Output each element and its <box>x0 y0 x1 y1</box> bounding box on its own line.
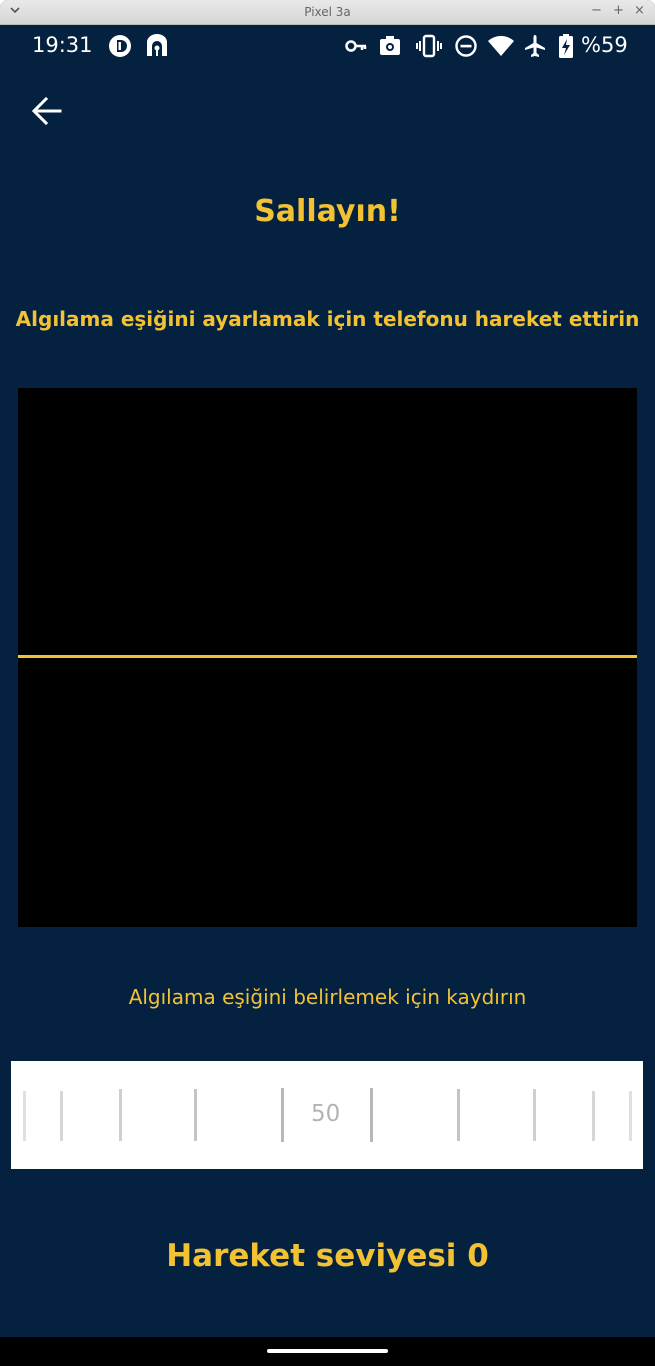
ruler-tick <box>281 1088 284 1142</box>
vibrate-icon <box>416 34 442 58</box>
ruler-tick <box>592 1091 595 1141</box>
motion-level-text: Hareket seviyesi 0 <box>166 1238 489 1274</box>
ruler-tick <box>370 1088 373 1142</box>
page-title: Sallayın! <box>254 194 401 229</box>
threshold-line <box>18 655 637 658</box>
minimize-button[interactable]: − <box>591 4 602 18</box>
status-bar: 19:31 %59 <box>0 24 655 68</box>
battery-percentage: %59 <box>581 33 628 57</box>
ruler-tick <box>60 1091 63 1141</box>
threshold-value: 50 <box>311 1101 341 1127</box>
navigation-bar <box>0 1337 655 1366</box>
ruler-tick <box>533 1089 536 1141</box>
window-title: Pixel 3a <box>304 5 351 19</box>
ruler-tick <box>629 1091 632 1141</box>
ruler-tick <box>457 1089 460 1141</box>
hotspot-icon <box>147 34 167 56</box>
screenshot-icon <box>380 36 400 55</box>
emulator-window: Pixel 3a − + × 19:31 %59 Sallayın! Algıl… <box>0 0 655 1366</box>
ruler-tick <box>119 1089 122 1141</box>
close-button[interactable]: × <box>634 4 645 18</box>
back-arrow-icon[interactable] <box>30 94 64 128</box>
motion-graph <box>18 388 637 927</box>
window-titlebar: Pixel 3a − + × <box>0 0 655 25</box>
threshold-ruler-picker[interactable]: 50 <box>11 1061 643 1169</box>
vpn-key-icon <box>345 40 367 52</box>
maximize-button[interactable]: + <box>613 4 624 18</box>
instruction-text: Algılama eşiğini ayarlamak için telefonu… <box>15 307 640 331</box>
ruler-tick <box>23 1091 26 1141</box>
do-not-disturb-icon <box>455 35 477 57</box>
battery-charging-icon <box>559 34 573 58</box>
ruler-tick <box>194 1089 197 1141</box>
data-saver-icon <box>109 35 131 57</box>
slider-hint: Algılama eşiğini belirlemek için kaydırı… <box>128 985 527 1009</box>
status-time: 19:31 <box>32 33 93 57</box>
wifi-icon <box>488 35 514 56</box>
home-gesture-handle[interactable] <box>267 1349 388 1353</box>
airplane-mode-icon <box>525 35 545 57</box>
